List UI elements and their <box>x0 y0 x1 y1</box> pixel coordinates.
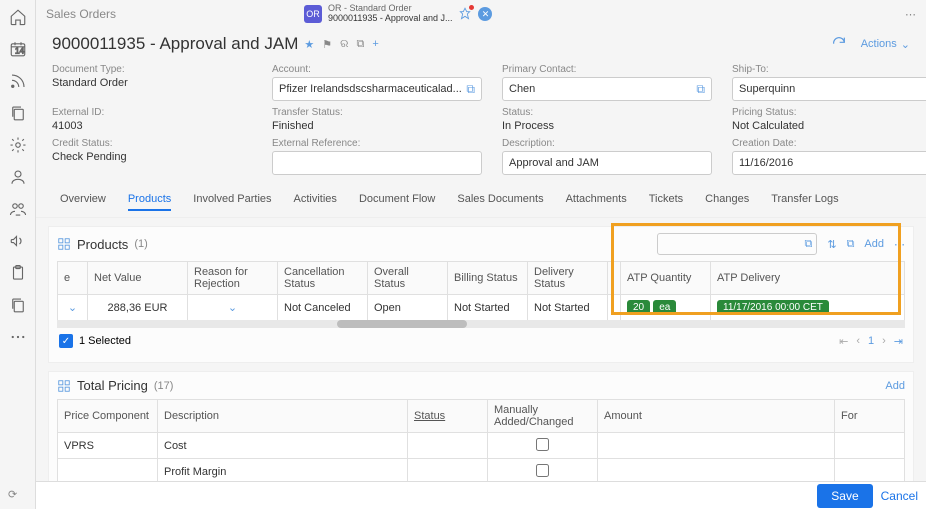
panel-more-icon[interactable]: ⋯ <box>894 238 905 251</box>
header-fields: Document Type:Standard Order Account:Pfi… <box>36 60 926 185</box>
expand-icon[interactable]: ⟳ <box>8 488 17 501</box>
transfer-status-value: Finished <box>272 120 482 132</box>
pager-last-icon[interactable]: ⇥ <box>894 335 903 348</box>
ship-to-input[interactable]: Superquinn⧉ <box>732 77 926 101</box>
external-ref-input[interactable] <box>272 151 482 175</box>
announce-icon[interactable] <box>9 232 27 250</box>
copy2-icon[interactable] <box>9 296 27 314</box>
object-tabs: Overview Products Involved Parties Activ… <box>36 185 926 218</box>
main-content: Sales Orders OR OR - Standard Order 9000… <box>36 0 926 509</box>
tab-products[interactable]: Products <box>128 193 171 211</box>
tab-tickets[interactable]: Tickets <box>649 193 683 211</box>
table-pager: ⇤ ‹ 1 › ⇥ <box>839 335 903 348</box>
atp-delivery-badge: 11/17/2016 00:00 CET <box>717 300 829 315</box>
grid-icon <box>57 237 71 251</box>
manual-checkbox[interactable] <box>536 464 549 477</box>
tab-sales-documents[interactable]: Sales Documents <box>457 193 543 211</box>
clipboard-icon[interactable] <box>9 264 27 282</box>
horizontal-scrollbar[interactable] <box>57 320 905 328</box>
tab-activities[interactable]: Activities <box>294 193 337 211</box>
value-help-icon: ⧉ <box>804 238 812 251</box>
calendar-icon[interactable]: 14 <box>9 40 27 58</box>
more-icon[interactable] <box>9 328 27 346</box>
tab-title: 9000011935 - Approval and J... <box>328 14 452 24</box>
atp-qty-badge: 20 <box>627 300 650 315</box>
select-all-checkbox[interactable]: ✓ <box>59 334 73 348</box>
pager-page[interactable]: 1 <box>868 335 874 348</box>
atp-unit-badge: ea <box>653 300 676 315</box>
pin-icon[interactable] <box>458 7 472 21</box>
pager-prev-icon: ‹ <box>856 335 860 348</box>
topbar: Sales Orders OR OR - Standard Order 9000… <box>36 0 926 28</box>
product-add-input[interactable]: ⧉ <box>657 233 817 255</box>
sort-icon[interactable]: ⇅ <box>827 238 836 251</box>
pager-next-icon: › <box>882 335 886 348</box>
account-input[interactable]: Pfizer Irelandsdscsharmaceuticalad...⧉ <box>272 77 482 101</box>
pricing-status-value: Not Calculated <box>732 120 926 132</box>
pager-first-icon: ⇤ <box>839 335 848 348</box>
chevron-down-icon[interactable]: ⌄ <box>228 302 237 314</box>
products-title: Products <box>77 237 128 252</box>
grid-icon <box>57 379 71 393</box>
topbar-more-icon[interactable]: ⋯ <box>905 8 916 21</box>
order-type-icon: OR <box>304 5 322 23</box>
breadcrumb[interactable]: Sales Orders <box>46 7 116 21</box>
status-value: In Process <box>502 120 712 132</box>
copy-icon[interactable] <box>9 104 27 122</box>
plus-icon[interactable]: + <box>372 38 378 50</box>
export-icon[interactable]: ⧉ <box>847 238 855 251</box>
team-icon[interactable] <box>9 200 27 218</box>
add-pricing-link[interactable]: Add <box>885 380 905 392</box>
products-table: e Net Value Reason for Rejection Cancell… <box>57 261 905 321</box>
tab-transfer-logs[interactable]: Transfer Logs <box>771 193 838 211</box>
actions-button[interactable]: Actions⌄ <box>861 38 910 51</box>
doc-type-label: Document Type: <box>52 64 252 75</box>
settings-icon[interactable] <box>9 136 27 154</box>
user-icon[interactable] <box>9 168 27 186</box>
pricing-table: Price Component Description Status Manua… <box>57 399 905 485</box>
external-id-value: 41003 <box>52 120 252 132</box>
tab-involved-parties[interactable]: Involved Parties <box>193 193 271 211</box>
selected-count: 1 Selected <box>79 335 131 347</box>
primary-contact-input[interactable]: Chen⧉ <box>502 77 712 101</box>
table-row[interactable]: ⌄ 288,36 EUR ⌄ Not Canceled Open Not Sta… <box>58 295 905 321</box>
description-input[interactable]: Approval and JAM <box>502 151 712 175</box>
flag-icon[interactable]: ⚑ <box>322 38 332 51</box>
rss-icon[interactable]: ର <box>340 38 348 51</box>
page-header: 9000011935 - Approval and JAM ★ ⚑ ର ⧉ + … <box>36 28 926 60</box>
credit-status-value: Check Pending <box>52 151 252 163</box>
tab-changes[interactable]: Changes <box>705 193 749 211</box>
products-panel: Products (1) ⧉ ⇅ ⧉ Add ⋯ e Net Value Rea… <box>48 226 914 363</box>
home-icon[interactable] <box>9 8 27 26</box>
value-help-icon: ⧉ <box>696 82 705 97</box>
footer-bar: Save Cancel <box>36 481 926 509</box>
tab-document-flow[interactable]: Document Flow <box>359 193 435 211</box>
table-row[interactable]: VPRS Cost <box>58 433 905 459</box>
close-tab-icon[interactable]: ✕ <box>478 7 492 21</box>
favorite-icon[interactable]: ★ <box>304 38 314 51</box>
chevron-down-icon[interactable]: ⌄ <box>68 302 77 314</box>
pricing-count: (17) <box>154 380 174 392</box>
save-button[interactable]: Save <box>817 484 872 508</box>
tab-overview[interactable]: Overview <box>60 193 106 211</box>
refresh-icon[interactable] <box>831 35 847 54</box>
cancel-button[interactable]: Cancel <box>881 489 918 503</box>
svg-text:14: 14 <box>15 47 25 56</box>
page-title: 9000011935 - Approval and JAM <box>52 34 298 54</box>
pricing-title: Total Pricing <box>77 378 148 393</box>
doc-type-value: Standard Order <box>52 77 252 89</box>
feed-icon[interactable] <box>9 72 27 90</box>
tab-attachments[interactable]: Attachments <box>566 193 627 211</box>
pricing-panel: Total Pricing (17) Add Price Component D… <box>48 371 914 494</box>
left-nav-rail: 14 <box>0 0 36 509</box>
link-icon[interactable]: ⧉ <box>356 38 364 51</box>
chevron-down-icon: ⌄ <box>901 38 910 51</box>
products-count: (1) <box>134 238 147 250</box>
creation-date-input[interactable]: 11/16/2016 <box>732 151 926 175</box>
add-product-link[interactable]: Add <box>864 238 884 250</box>
value-help-icon: ⧉ <box>466 82 475 97</box>
open-tab[interactable]: OR OR - Standard Order 9000011935 - Appr… <box>304 4 492 24</box>
manual-checkbox[interactable] <box>536 438 549 451</box>
